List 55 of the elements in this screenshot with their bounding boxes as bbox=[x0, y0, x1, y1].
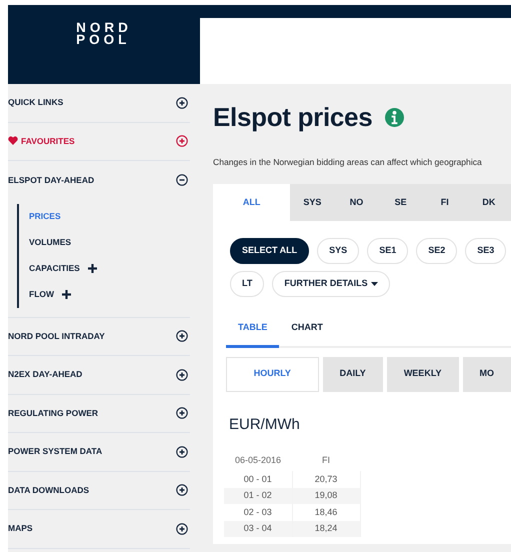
filter-pill[interactable]: SYS bbox=[317, 238, 360, 264]
plus-icon[interactable] bbox=[88, 264, 97, 273]
sidebar-link[interactable]: ELSPOT DAY-AHEAD bbox=[8, 174, 94, 187]
submenu-link[interactable]: FLOW bbox=[29, 288, 54, 301]
table-cell: 01 - 02 bbox=[224, 488, 292, 504]
filter-pill[interactable]: SE1 bbox=[367, 238, 408, 264]
heart-icon bbox=[8, 136, 18, 145]
filter-pill[interactable]: SE3 bbox=[465, 238, 506, 264]
info-icon[interactable] bbox=[385, 108, 404, 128]
sidebar-link[interactable]: N2EX DAY-AHEAD bbox=[8, 368, 82, 382]
submenu-link[interactable]: CAPACITIES bbox=[29, 262, 80, 275]
area-tab[interactable]: NO bbox=[334, 184, 379, 222]
table-cell: 03 - 04 bbox=[224, 520, 292, 538]
filter-pill[interactable]: SELECT ALL bbox=[230, 238, 310, 264]
sidebar-link[interactable]: POWER SYSTEM DATA bbox=[8, 445, 102, 458]
period-tab[interactable]: WEEKLY bbox=[386, 356, 458, 392]
page-title: Elspot prices bbox=[213, 102, 372, 134]
area-tab[interactable]: ALL bbox=[213, 184, 290, 222]
column-header: FI bbox=[292, 451, 360, 472]
filter-pill[interactable]: LT bbox=[230, 271, 264, 298]
expand-icon[interactable] bbox=[176, 407, 188, 420]
expand-icon[interactable] bbox=[176, 522, 188, 535]
expand-icon[interactable] bbox=[176, 330, 188, 342]
logo[interactable]: NORD POOL bbox=[76, 22, 132, 46]
period-tab[interactable]: DAILY bbox=[322, 356, 383, 392]
table-cell: 18,24 bbox=[292, 520, 360, 538]
unit-heading: EUR/MWh bbox=[229, 414, 301, 435]
expand-icon[interactable] bbox=[176, 368, 188, 381]
column-header: 06-05-2016 bbox=[224, 451, 292, 472]
period-tab[interactable]: MO bbox=[462, 356, 511, 392]
area-tab[interactable]: SYS bbox=[290, 184, 334, 222]
sidebar-link[interactable]: FAVOURITES bbox=[21, 136, 75, 146]
submenu-link[interactable]: PRICES bbox=[29, 210, 61, 223]
view-tab[interactable]: TABLE bbox=[226, 314, 280, 348]
expand-icon[interactable] bbox=[176, 484, 188, 496]
view-tab[interactable]: CHART bbox=[279, 314, 335, 348]
period-tab[interactable]: HOURLY bbox=[226, 356, 319, 392]
sidebar-link[interactable]: MAPS bbox=[8, 522, 33, 536]
dropdown-button[interactable]: FURTHER DETAILS bbox=[272, 271, 390, 298]
plus-icon[interactable] bbox=[62, 290, 72, 299]
table-cell: 19,08 bbox=[292, 488, 360, 504]
description: Changes in the Norwegian bidding areas can affect which geographica bbox=[213, 156, 483, 170]
sidebar-link[interactable]: DATA DOWNLOADS bbox=[8, 484, 90, 497]
submenu-link[interactable]: VOLUMES bbox=[29, 236, 72, 249]
area-tab[interactable]: DK bbox=[466, 184, 511, 222]
sidebar-link[interactable]: QUICK LINKS bbox=[8, 96, 64, 110]
sidebar-link[interactable]: NORD POOL INTRADAY bbox=[8, 330, 105, 343]
filter-pill[interactable]: SE2 bbox=[416, 238, 458, 264]
sidebar-link[interactable]: REGULATING POWER bbox=[8, 406, 98, 420]
expand-icon[interactable] bbox=[176, 446, 188, 458]
caret-icon bbox=[370, 282, 378, 286]
area-tab[interactable]: SE bbox=[378, 184, 423, 222]
expand-icon[interactable] bbox=[176, 96, 188, 109]
area-tab[interactable]: FI bbox=[422, 184, 467, 222]
collapse-icon[interactable] bbox=[176, 174, 188, 186]
